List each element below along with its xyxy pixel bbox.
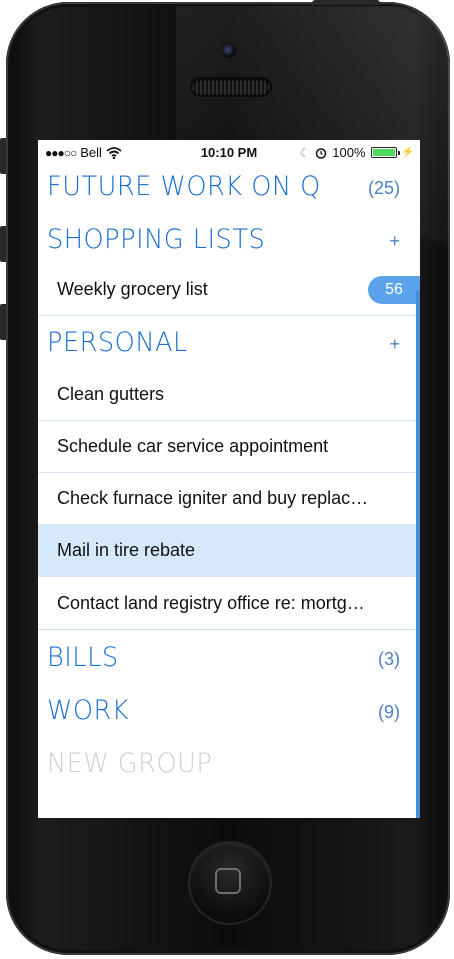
scroll-indicator bbox=[416, 290, 420, 818]
moon-icon: ☾ bbox=[299, 145, 311, 160]
list-item-text: Contact land registry office re: mortg… bbox=[57, 593, 365, 613]
list-item-text: Clean gutters bbox=[57, 384, 165, 404]
new-group-input[interactable]: NEW GROUP bbox=[38, 739, 420, 791]
home-button[interactable] bbox=[190, 843, 270, 923]
volume-down-button bbox=[0, 304, 6, 340]
list-item-text: Mail in tire rebate bbox=[57, 540, 196, 560]
battery-level-fill bbox=[372, 149, 395, 156]
status-bar: ●●●○○ Bell 10:10 PM ☾ 100% ⚡ bbox=[38, 140, 420, 164]
item-count-badge: 56 bbox=[368, 276, 420, 304]
group-count: (9) bbox=[378, 702, 400, 722]
alarm-icon bbox=[316, 147, 327, 159]
battery-percent: 100% bbox=[332, 145, 366, 160]
group-title: WORK bbox=[47, 695, 130, 726]
mute-switch bbox=[0, 138, 6, 174]
group-title: FUTURE WORK ON Q bbox=[47, 171, 321, 202]
group-future-work[interactable]: FUTURE WORK ON Q (25) bbox=[38, 162, 420, 214]
power-button bbox=[312, 0, 380, 5]
list-item[interactable]: Schedule car service appointment bbox=[38, 421, 420, 473]
group-shopping-lists[interactable]: SHOPPING LISTS + bbox=[38, 215, 420, 267]
group-title: SHOPPING LISTS bbox=[47, 224, 266, 255]
group-bills[interactable]: BILLS (3) bbox=[38, 633, 420, 685]
battery-icon bbox=[370, 147, 400, 158]
list-item-text: Weekly grocery list bbox=[57, 279, 208, 299]
list-item[interactable]: Clean gutters bbox=[38, 369, 420, 421]
list-item-text: Check furnace igniter and buy replac… bbox=[57, 488, 369, 508]
charging-icon: ⚡ bbox=[401, 147, 414, 158]
group-count: (25) bbox=[367, 178, 400, 198]
group-title: BILLS bbox=[47, 642, 119, 673]
earpiece-speaker bbox=[192, 79, 270, 95]
list-item-text: Schedule car service appointment bbox=[57, 436, 329, 456]
list-item-selected[interactable]: Mail in tire rebate bbox=[38, 525, 420, 577]
group-count: (3) bbox=[378, 649, 400, 669]
add-item-button[interactable]: + bbox=[389, 334, 400, 355]
home-button-icon bbox=[215, 868, 241, 894]
list-item[interactable]: Weekly grocery list 56 bbox=[38, 264, 420, 316]
list-item[interactable]: Contact land registry office re: mortg… bbox=[38, 578, 420, 630]
battery-tip bbox=[397, 151, 400, 155]
list-item[interactable]: Check furnace igniter and buy replac… bbox=[38, 473, 420, 525]
add-item-button[interactable]: + bbox=[389, 231, 400, 252]
app-screen: ●●●○○ Bell 10:10 PM ☾ 100% ⚡ FUTURE WORK… bbox=[38, 140, 420, 818]
volume-up-button bbox=[0, 226, 6, 262]
front-camera bbox=[222, 44, 236, 58]
group-work[interactable]: WORK (9) bbox=[38, 686, 420, 738]
group-personal[interactable]: PERSONAL + bbox=[38, 318, 420, 370]
new-group-placeholder: NEW GROUP bbox=[47, 748, 213, 779]
group-title: PERSONAL bbox=[47, 327, 188, 358]
